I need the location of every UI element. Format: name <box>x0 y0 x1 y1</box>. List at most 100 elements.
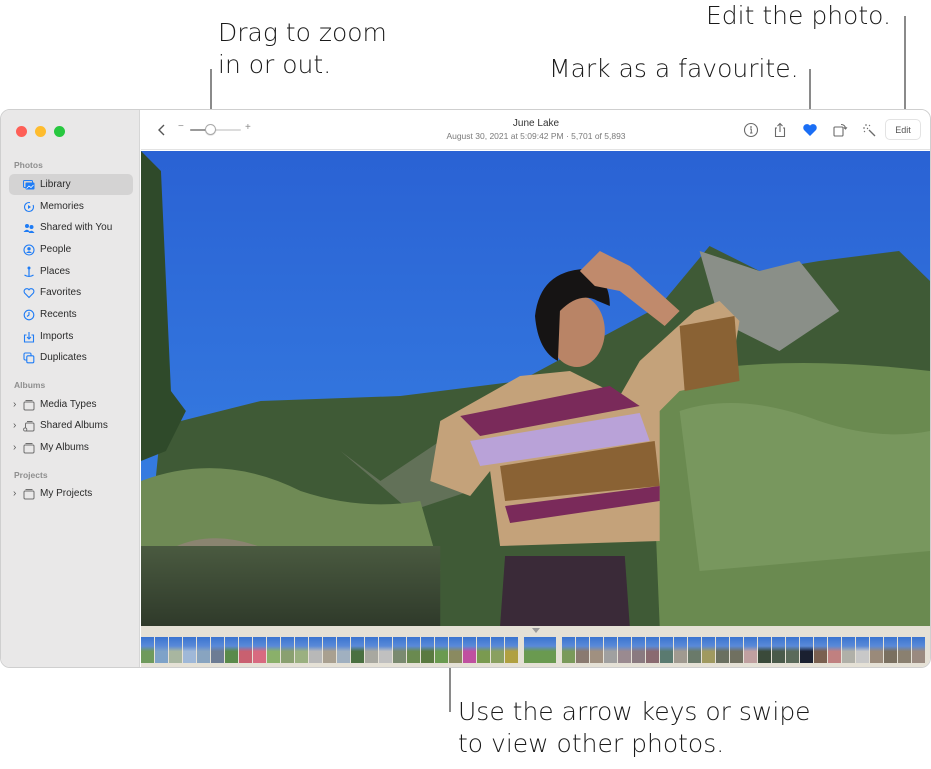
filmstrip-thumbnail[interactable] <box>702 637 715 663</box>
filmstrip-thumbnail[interactable] <box>407 637 420 663</box>
filmstrip-thumbnail[interactable] <box>814 637 827 663</box>
sidebar-item-label: My Albums <box>40 442 89 453</box>
sidebar-item-memories[interactable]: Memories <box>9 196 133 217</box>
filmstrip-thumbnail[interactable] <box>197 637 210 663</box>
sidebar-item-library[interactable]: Library <box>9 174 133 195</box>
filmstrip-thumbnail[interactable] <box>225 637 238 663</box>
filmstrip-thumbnail[interactable] <box>141 637 154 663</box>
chevron-right-icon[interactable]: › <box>13 420 22 431</box>
magic-wand-icon[interactable] <box>860 121 878 139</box>
sidebar-item-places[interactable]: Places <box>9 261 133 282</box>
sidebar-item-imports[interactable]: Imports <box>9 326 133 347</box>
import-icon <box>22 330 35 343</box>
filmstrip-thumbnail[interactable] <box>590 637 603 663</box>
info-icon[interactable] <box>742 121 760 139</box>
sidebar-item-people[interactable]: People <box>9 239 133 260</box>
filmstrip-thumbnail[interactable] <box>295 637 308 663</box>
clock-icon <box>22 308 35 321</box>
filmstrip-thumbnail[interactable] <box>281 637 294 663</box>
filmstrip-thumbnail[interactable] <box>646 637 659 663</box>
edit-button[interactable]: Edit <box>885 119 921 140</box>
filmstrip-thumbnail[interactable] <box>716 637 729 663</box>
filmstrip-thumbnail[interactable] <box>183 637 196 663</box>
filmstrip-thumbnail[interactable] <box>674 637 687 663</box>
filmstrip[interactable] <box>141 626 930 667</box>
filmstrip-thumbnail[interactable] <box>898 637 911 663</box>
filmstrip-thumbnail[interactable] <box>828 637 841 663</box>
filmstrip-thumbnail[interactable] <box>239 637 252 663</box>
filmstrip-thumbnail[interactable] <box>449 637 462 663</box>
filmstrip-thumbnail[interactable] <box>169 637 182 663</box>
filmstrip-thumbnail[interactable] <box>463 637 476 663</box>
sidebar-item-media-types[interactable]: › Media Types <box>9 394 133 415</box>
close-button[interactable] <box>16 126 27 137</box>
filmstrip-thumbnail[interactable] <box>884 637 897 663</box>
filmstrip-thumbnail[interactable] <box>421 637 434 663</box>
sidebar-item-favorites[interactable]: Favorites <box>9 282 133 303</box>
fullscreen-button[interactable] <box>54 126 65 137</box>
sidebar-item-shared-with-you[interactable]: Shared with You <box>9 217 133 238</box>
filmstrip-thumbnail[interactable] <box>758 637 771 663</box>
chevron-left-icon[interactable] <box>155 121 169 139</box>
rotate-icon[interactable] <box>831 121 849 139</box>
chevron-right-icon[interactable]: › <box>13 399 22 410</box>
filmstrip-thumbnail[interactable] <box>491 637 504 663</box>
zoom-out-icon[interactable]: − <box>178 121 184 132</box>
filmstrip-thumbnail[interactable] <box>870 637 883 663</box>
sidebar-item-duplicates[interactable]: Duplicates <box>9 347 133 368</box>
filmstrip-thumbnail[interactable] <box>505 637 518 663</box>
filmstrip-thumbnail[interactable] <box>393 637 406 663</box>
filmstrip-thumbnail[interactable] <box>786 637 799 663</box>
filmstrip-thumbnail[interactable] <box>477 637 490 663</box>
filmstrip-thumbnail[interactable] <box>688 637 701 663</box>
sidebar-item-my-albums[interactable]: › My Albums <box>9 437 133 458</box>
heart-icon[interactable] <box>801 121 819 139</box>
filmstrip-thumbnail[interactable] <box>618 637 631 663</box>
filmstrip-thumbnail[interactable] <box>309 637 322 663</box>
sidebar-item-shared-albums[interactable]: › Shared Albums <box>9 415 133 436</box>
filmstrip-thumbnail[interactable] <box>365 637 378 663</box>
sidebar-section-photos: Photos <box>14 160 43 170</box>
sidebar-section-albums: Albums <box>14 380 46 390</box>
sidebar-item-my-projects[interactable]: › My Projects <box>9 483 133 504</box>
filmstrip-thumbnail[interactable] <box>155 637 168 663</box>
filmstrip-thumbnail[interactable] <box>632 637 645 663</box>
filmstrip-thumbnail[interactable] <box>772 637 785 663</box>
sidebar-item-recents[interactable]: Recents <box>9 304 133 325</box>
main-photo[interactable] <box>141 151 930 626</box>
filmstrip-thumbnail[interactable] <box>604 637 617 663</box>
chevron-right-icon[interactable]: › <box>13 442 22 453</box>
filmstrip-thumbnail[interactable] <box>323 637 336 663</box>
zoom-in-icon[interactable]: + <box>245 122 251 133</box>
sidebar-item-label: Imports <box>40 331 74 342</box>
filmstrip-thumbnail[interactable] <box>253 637 266 663</box>
callout-navigate-line-1: Use the arrow keys or swipe <box>458 697 811 726</box>
lake <box>141 546 441 626</box>
filmstrip-thumbnail[interactable] <box>744 637 757 663</box>
filmstrip-thumbnail[interactable] <box>435 637 448 663</box>
filmstrip-thumbnail[interactable] <box>211 637 224 663</box>
filmstrip-thumbnail[interactable] <box>379 637 392 663</box>
filmstrip-thumbnail[interactable] <box>660 637 673 663</box>
shared-folder-icon <box>22 419 35 432</box>
memories-icon <box>22 200 35 213</box>
leader-line-navigate <box>449 662 451 712</box>
chevron-right-icon[interactable]: › <box>13 488 22 499</box>
thumbnail-strip[interactable] <box>141 637 926 663</box>
filmstrip-thumbnail[interactable] <box>351 637 364 663</box>
zoom-slider-knob[interactable] <box>204 124 216 135</box>
filmstrip-thumbnail[interactable] <box>912 637 925 663</box>
filmstrip-thumbnail[interactable] <box>842 637 855 663</box>
photo-subtitle: August 30, 2021 at 5:09:42 PM · 5,701 of… <box>446 131 626 141</box>
filmstrip-thumbnail[interactable] <box>267 637 280 663</box>
minimize-button[interactable] <box>35 126 46 137</box>
filmstrip-thumbnail[interactable] <box>576 637 589 663</box>
filmstrip-thumbnail[interactable] <box>524 637 556 663</box>
filmstrip-thumbnail[interactable] <box>337 637 350 663</box>
filmstrip-thumbnail[interactable] <box>800 637 813 663</box>
filmstrip-thumbnail[interactable] <box>562 637 575 663</box>
filmstrip-thumbnail[interactable] <box>730 637 743 663</box>
filmstrip-thumbnail[interactable] <box>856 637 869 663</box>
callout-zoom-line-2: in or out. <box>218 50 332 79</box>
share-icon[interactable] <box>771 121 789 139</box>
